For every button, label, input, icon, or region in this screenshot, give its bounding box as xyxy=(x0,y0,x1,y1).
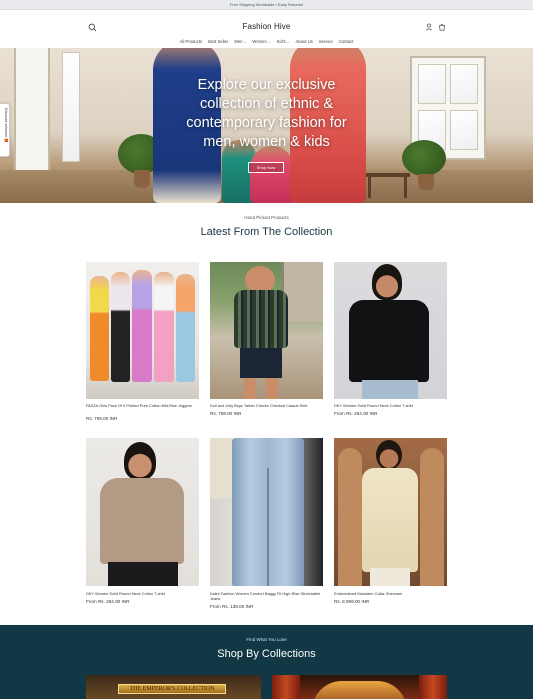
nav-item-label: Men xyxy=(234,39,243,44)
product-title[interactable]: Embroidered Mandarin Collar Sherwani xyxy=(334,591,447,597)
product-image[interactable] xyxy=(334,438,447,586)
product-title[interactable]: DKY Women Solid Round Neck Cotton T-shir… xyxy=(86,591,199,597)
product-price: Rs. 799.00 INR xyxy=(86,416,118,421)
discount-tab-label: Discount unlocked 🎁 xyxy=(4,108,8,143)
nav-item-men[interactable]: Men⌄ xyxy=(234,39,246,44)
nav-item-label: Women xyxy=(252,39,267,44)
section-title: Latest From The Collection xyxy=(200,226,333,238)
plant xyxy=(402,140,446,176)
collection-card[interactable]: THE EMPEROR'S COLLECTION xyxy=(86,675,261,699)
collections-subheading: Find What You Love xyxy=(246,637,287,642)
chevron-down-icon: ⌄ xyxy=(286,40,290,44)
user-icon[interactable] xyxy=(425,23,433,31)
shop-now-button[interactable]: Shop Now xyxy=(248,162,284,173)
hero-headline: Explore our exclusive collection of ethn… xyxy=(186,77,347,150)
product-title[interactable]: Doll and Jolly Boys Tartan Checks Checke… xyxy=(210,403,323,409)
product-price: From Rs. 139.00 INR xyxy=(210,604,254,609)
product-title[interactable]: Kalini Fashion Women Comfort Baggy Fit H… xyxy=(210,591,323,601)
site-header: Fashion Hive All Products Best Seller Men⌄… xyxy=(0,10,533,48)
nav-item-service[interactable]: Service xyxy=(319,39,333,44)
product-image[interactable] xyxy=(86,438,199,586)
nav-item-label: Best Seller xyxy=(208,39,229,44)
product-title[interactable]: DKY Women Solid Round Neck Cotton T-shir… xyxy=(334,403,447,409)
discount-tab[interactable]: Discount unlocked 🎁 xyxy=(0,103,10,157)
nav-item-label: Contact xyxy=(338,39,354,44)
chevron-down-icon: ⌄ xyxy=(243,40,247,44)
nav-item-kid-s[interactable]: Kid's⌄ xyxy=(277,39,290,44)
chevron-down-icon: ⌄ xyxy=(267,40,271,44)
nav-item-about-us[interactable]: About Us xyxy=(296,39,313,44)
nav-item-label: Kid's xyxy=(276,39,286,44)
nav-item-best-seller[interactable]: Best Seller xyxy=(208,39,228,44)
nav-item-label: All Products xyxy=(179,39,203,44)
nav-item-contact[interactable]: Contact xyxy=(339,39,353,44)
product-price: From Rs. 284.00 INR xyxy=(334,411,378,416)
nav-item-label: Service xyxy=(318,39,333,44)
section-subheading: Hand Picked Products xyxy=(244,215,289,220)
hero-model-girl xyxy=(250,146,294,203)
nav-item-all-products[interactable]: All Products xyxy=(180,39,202,44)
collection-card[interactable] xyxy=(272,675,447,699)
product-image[interactable] xyxy=(86,262,199,399)
product-image[interactable] xyxy=(210,262,323,399)
main-nav: All Products Best Seller Men⌄ Women⌄ Kid's⌄ A… xyxy=(0,39,533,44)
hero-banner: Explore our exclusive collection of ethn… xyxy=(0,48,533,203)
window xyxy=(62,52,80,162)
product-price: From Rs. 284.00 INR xyxy=(86,599,130,604)
product-image[interactable] xyxy=(210,438,323,586)
collection-arch xyxy=(312,681,407,699)
product-image[interactable] xyxy=(334,262,447,399)
nav-item-women[interactable]: Women⌄ xyxy=(252,39,270,44)
cart-icon[interactable] xyxy=(438,23,446,31)
nav-item-label: About Us xyxy=(295,39,313,44)
product-price: Rs. 799.00 INR xyxy=(210,411,242,416)
announcement-bar: Free Shipping Worldwide • Easy Returns! xyxy=(0,0,533,10)
product-price: Rs. 8,999.00 INR xyxy=(334,599,370,604)
collections-section: Find What You Love Shop By Collections T… xyxy=(0,625,533,699)
collection-banner: THE EMPEROR'S COLLECTION xyxy=(118,684,226,694)
product-title[interactable]: PAZZA Girls Pack Of 5 Printed Pure Cotto… xyxy=(86,403,199,409)
brand-logo[interactable]: Fashion Hive xyxy=(0,22,533,31)
collections-title: Shop By Collections xyxy=(217,648,316,660)
window xyxy=(14,48,50,172)
